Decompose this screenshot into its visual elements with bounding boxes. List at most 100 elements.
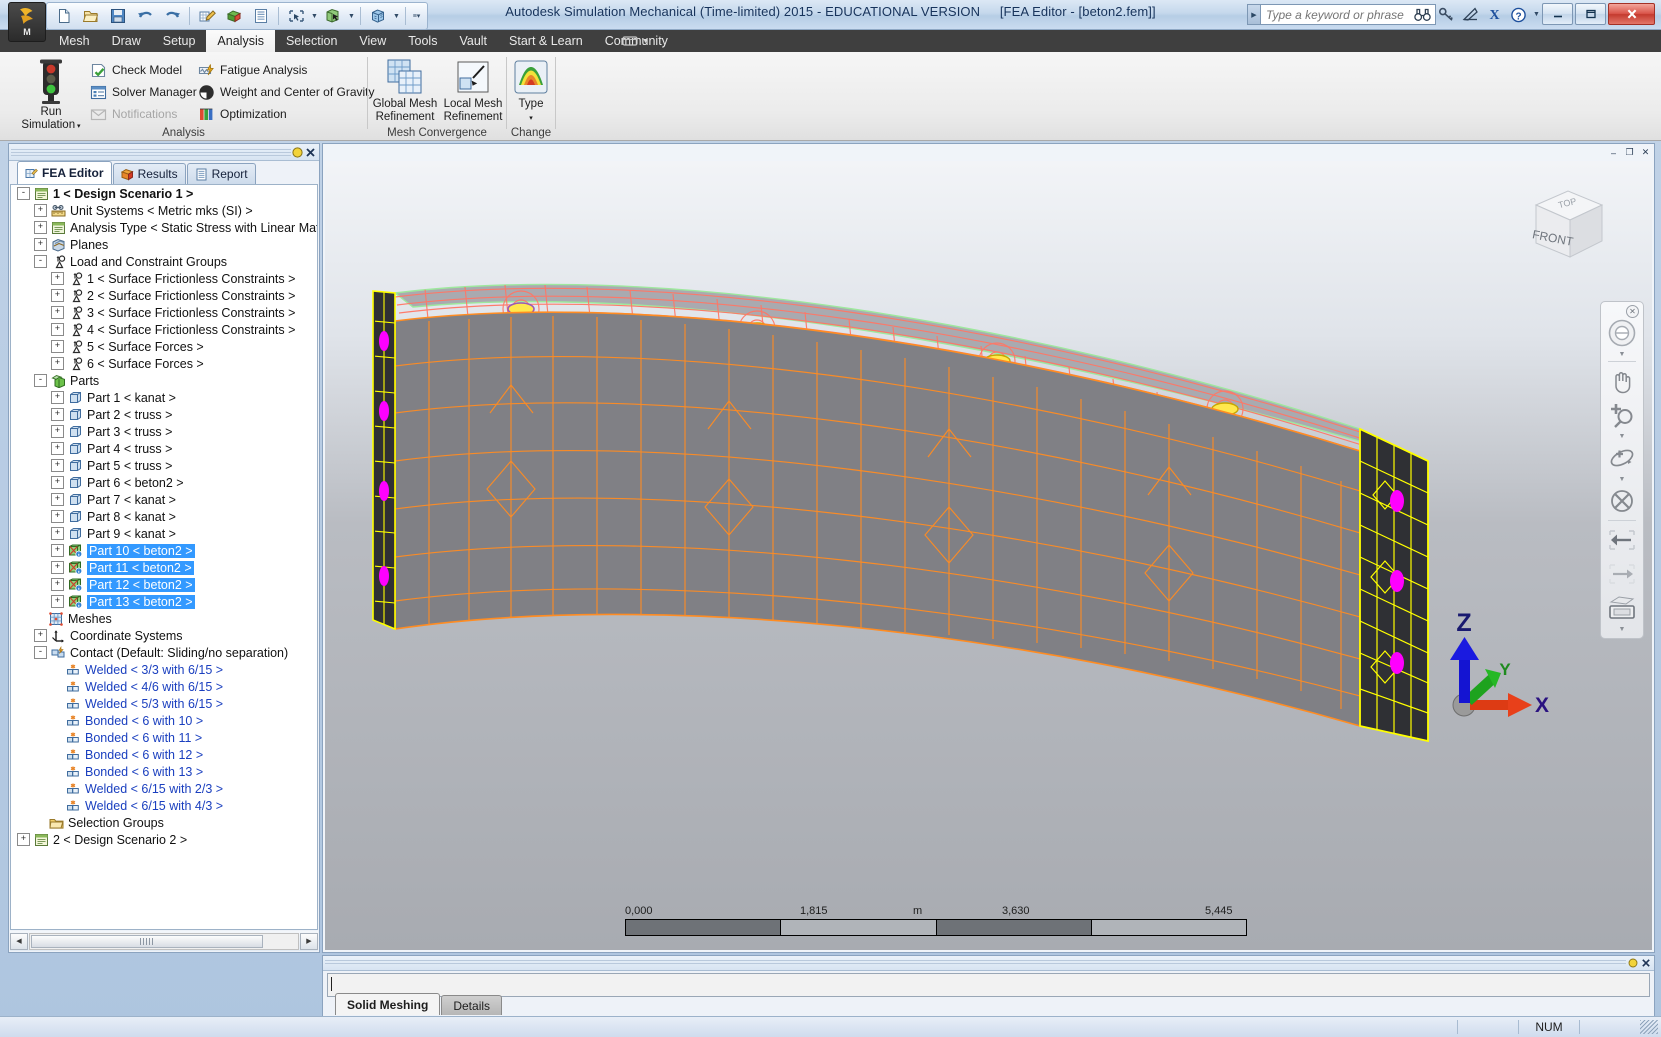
tree-node[interactable]: - Parts (11, 372, 317, 389)
tree-node[interactable]: + Part 9 < kanat > (11, 525, 317, 542)
expand-toggle[interactable]: + (51, 306, 64, 319)
collapse-toggle[interactable]: - (17, 187, 30, 200)
fea-tree[interactable]: - 1 < Design Scenario 1 > + Unit Systems < … (10, 184, 318, 930)
expand-toggle[interactable]: + (51, 289, 64, 302)
tree-panel-close-icon[interactable] (304, 146, 317, 159)
ribbon-tab-tools[interactable]: Tools (397, 30, 448, 52)
tree-node[interactable]: + Part 7 < kanat > (11, 491, 317, 508)
select-part-icon[interactable] (320, 4, 346, 28)
tree-node[interactable]: + Part 2 < truss > (11, 406, 317, 423)
expand-toggle[interactable]: + (51, 357, 64, 370)
help-icon[interactable]: ? (1508, 4, 1529, 25)
output-panel-close-icon[interactable] (1639, 957, 1652, 970)
steering-wheel-icon[interactable] (1601, 316, 1643, 350)
tree-node[interactable]: Bonded < 6 with 11 > (11, 729, 317, 746)
expand-toggle[interactable]: + (51, 391, 64, 404)
ribbon-tab-mesh[interactable]: Mesh (48, 30, 101, 52)
chevron-down-icon[interactable]: ▼ (392, 5, 401, 27)
expand-toggle[interactable]: + (51, 323, 64, 336)
viewport-minimize-button[interactable]: – (1607, 146, 1620, 159)
orbit-icon[interactable] (1601, 441, 1643, 475)
local-mesh-refinement-button[interactable]: Local Mesh Refinement (440, 58, 506, 124)
help-dropdown-icon[interactable]: ▼ (1532, 4, 1541, 26)
pan-hand-icon[interactable] (1601, 364, 1643, 398)
chevron-down-icon[interactable]: ▼ (347, 5, 356, 27)
part-color-icon[interactable] (221, 4, 247, 28)
tree-node[interactable]: +4 < Surface Frictionless Constraints > (11, 321, 317, 338)
tab-report[interactable]: Report (186, 163, 256, 184)
view-cube-icon[interactable] (365, 4, 391, 28)
tree-node[interactable]: - 1 < Design Scenario 1 > (11, 185, 317, 202)
key-icon[interactable] (1436, 4, 1457, 25)
maximize-button[interactable] (1575, 3, 1606, 25)
expand-toggle[interactable]: + (34, 238, 47, 251)
window-dropdown-icon[interactable]: ▼ (1601, 625, 1643, 634)
ribbon-tab-vault[interactable]: Vault (448, 30, 498, 52)
tree-node[interactable]: Welded < 3/3 with 6/15 > (11, 661, 317, 678)
tree-node[interactable]: + Part 13 < beton2 > (11, 593, 317, 610)
expand-toggle[interactable]: + (51, 510, 64, 523)
tree-panel-drag-grip[interactable] (11, 148, 291, 156)
edit-mesh-icon[interactable] (194, 4, 220, 28)
ribbon-display-options[interactable]: ▼ (616, 30, 655, 52)
ribbon-tab-draw[interactable]: Draw (101, 30, 152, 52)
ribbon-tab-start-learn[interactable]: Start & Learn (498, 30, 594, 52)
tree-node[interactable]: + Unit Systems < Metric mks (SI) > (11, 202, 317, 219)
navbar-close-icon[interactable]: ✕ (1626, 305, 1639, 318)
expand-toggle[interactable]: + (51, 595, 64, 608)
tree-node[interactable]: +2 < Surface Frictionless Constraints > (11, 287, 317, 304)
solver-manager-button[interactable]: Solver Manager (88, 81, 199, 103)
tree-node[interactable]: Bonded < 6 with 12 > (11, 746, 317, 763)
tree-node[interactable]: + Part 1 < kanat > (11, 389, 317, 406)
ribbon-tab-setup[interactable]: Setup (152, 30, 207, 52)
tree-node[interactable]: +3 < Surface Frictionless Constraints > (11, 304, 317, 321)
ribbon-tab-selection[interactable]: Selection (275, 30, 348, 52)
expand-toggle[interactable]: + (51, 459, 64, 472)
search-input[interactable] (1260, 4, 1436, 25)
list-icon[interactable] (248, 4, 274, 28)
tree-node[interactable]: + Coordinate Systems (11, 627, 317, 644)
steering-wheel-dropdown-icon[interactable]: ▼ (1601, 350, 1643, 359)
check-model-button[interactable]: Check Model (88, 59, 199, 81)
output-panel-drag-grip[interactable] (325, 960, 1626, 966)
ribbon-tab-view[interactable]: View (348, 30, 397, 52)
tree-node[interactable]: + Part 3 < truss > (11, 423, 317, 440)
tree-horizontal-scrollbar[interactable]: ◀ ▶ (10, 931, 318, 951)
chevron-down-icon[interactable]: ▼ (310, 5, 319, 27)
view-cube[interactable]: TOP FRONT (1520, 179, 1616, 265)
tree-node[interactable]: Welded < 6/15 with 4/3 > (11, 797, 317, 814)
tree-node[interactable]: +1 < Surface Frictionless Constraints > (11, 270, 317, 287)
scroll-thumb[interactable] (31, 934, 263, 948)
forward-arrow-icon[interactable] (1601, 557, 1643, 591)
search-dropdown-arrow[interactable]: ▶ (1247, 4, 1260, 25)
tree-node[interactable]: + Part 8 < kanat > (11, 508, 317, 525)
center-icon[interactable] (1601, 484, 1643, 518)
close-button[interactable] (1608, 3, 1655, 25)
expand-toggle[interactable]: + (51, 272, 64, 285)
tree-node[interactable]: Welded < 4/6 with 6/15 > (11, 678, 317, 695)
zoom-icon[interactable] (1601, 398, 1643, 432)
tree-node[interactable]: Welded < 5/3 with 6/15 > (11, 695, 317, 712)
scroll-track[interactable] (29, 932, 299, 950)
viewport-restore-button[interactable]: ❐ (1623, 146, 1636, 159)
tree-node[interactable]: Bonded < 6 with 10 > (11, 712, 317, 729)
expand-toggle[interactable]: + (17, 833, 30, 846)
expand-toggle[interactable]: + (34, 629, 47, 642)
collapse-toggle[interactable]: - (34, 255, 47, 268)
minimize-button[interactable] (1542, 3, 1573, 25)
tree-node[interactable]: Bonded < 6 with 13 > (11, 763, 317, 780)
optimization-button[interactable]: Optimization (196, 103, 377, 125)
tree-node[interactable]: Selection Groups (11, 814, 317, 831)
tree-node[interactable]: +5 < Surface Forces > (11, 338, 317, 355)
tree-node[interactable]: Welded < 6/15 with 2/3 > (11, 780, 317, 797)
tree-node[interactable]: - Load and Constraint Groups (11, 253, 317, 270)
global-mesh-refinement-button[interactable]: Global Mesh Refinement (372, 58, 438, 124)
tree-node[interactable]: - Contact (Default: Sliding/no separation… (11, 644, 317, 661)
open-file-icon[interactable] (78, 4, 104, 28)
tree-panel-pin-icon[interactable] (291, 146, 304, 159)
scroll-left-arrow[interactable]: ◀ (10, 932, 28, 950)
expand-toggle[interactable]: + (51, 425, 64, 438)
run-simulation-button[interactable]: Run Simulation ▾ (14, 58, 88, 133)
analysis-type-button[interactable]: Type ▾ (509, 58, 553, 125)
redo-icon[interactable] (159, 4, 185, 28)
